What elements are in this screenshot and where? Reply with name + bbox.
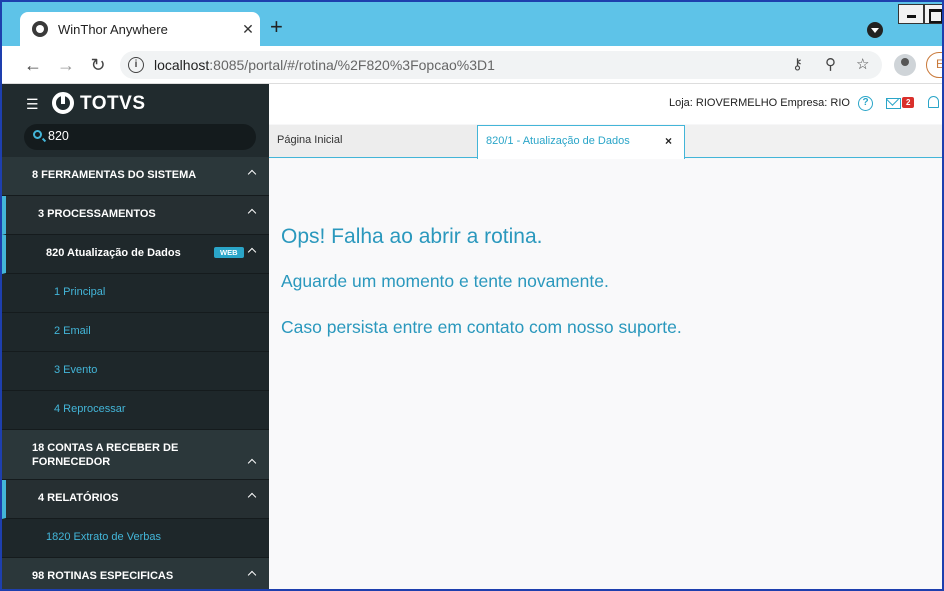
- tab-label: 820/1 - Atualização de Dados: [486, 135, 630, 147]
- menu-item-label: 4 RELATÓRIOS: [38, 492, 119, 504]
- menu-item-email[interactable]: 2 Email: [2, 313, 269, 352]
- bookmark-star-icon[interactable]: ☆: [856, 55, 869, 73]
- sidebar: ☰ TOTVS 820 8 FERRAMENTAS DO SISTEMA 3 P…: [2, 84, 269, 589]
- tab-search-icon[interactable]: [867, 22, 883, 38]
- sidebar-menu: 8 FERRAMENTAS DO SISTEMA 3 PROCESSAMENTO…: [2, 157, 269, 589]
- menu-item-principal[interactable]: 1 Principal: [2, 274, 269, 313]
- tab-atualizacao-dados[interactable]: 820/1 - Atualização de Dados ×: [477, 125, 685, 159]
- chevron-up-icon[interactable]: [247, 247, 257, 257]
- menu-item-relatorios[interactable]: 4 RELATÓRIOS: [2, 480, 269, 519]
- web-badge: WEB: [214, 247, 244, 258]
- chevron-up-icon[interactable]: [247, 208, 257, 218]
- sidebar-search-input[interactable]: 820: [24, 124, 256, 150]
- store-company-info: Loja: RIOVERMELHO Empresa: RIO: [669, 97, 850, 109]
- mail-icon[interactable]: [886, 98, 901, 109]
- url-path: :8085/portal/#/rotina/%2F820%3Fopcao%3D1: [209, 57, 495, 73]
- menu-item-label: 2 Email: [54, 325, 91, 337]
- chevron-up-icon[interactable]: [247, 570, 257, 580]
- menu-item-label: 1820 Extrato de Verbas: [46, 531, 161, 543]
- app-window: WinThor Anywhere ✕ + ← → ↻ i localhost:8…: [0, 0, 944, 591]
- menu-item-contas-receber[interactable]: 18 CONTAS A RECEBER DE FORNECEDOR: [2, 430, 269, 480]
- address-bar: ← → ↻ i localhost:8085/portal/#/rotina/%…: [2, 46, 942, 84]
- chevron-up-icon[interactable]: [247, 458, 257, 468]
- chevron-up-icon[interactable]: [247, 492, 257, 502]
- url-host: localhost: [154, 57, 210, 73]
- site-favicon-icon: [32, 21, 48, 37]
- close-tab-icon[interactable]: ✕: [236, 21, 260, 38]
- menu-item-label: 3 PROCESSAMENTOS: [38, 208, 156, 220]
- bell-icon[interactable]: [928, 96, 939, 108]
- menu-item-atualizacao-dados[interactable]: 820 Atualização de Dados WEB: [2, 235, 269, 274]
- hamburger-menu-icon[interactable]: ☰: [26, 96, 39, 113]
- browser-tab-title: WinThor Anywhere: [58, 21, 168, 37]
- url-text: localhost:8085/portal/#/rotina/%2F820%3F…: [154, 57, 495, 73]
- search-icon: [33, 130, 42, 139]
- top-header: Loja: RIOVERMELHO Empresa: RIO ? 2: [269, 84, 942, 124]
- main-content: Loja: RIOVERMELHO Empresa: RIO ? 2 Págin…: [269, 84, 942, 589]
- back-arrow-icon[interactable]: ←: [22, 54, 44, 76]
- menu-item-ferramentas[interactable]: 8 FERRAMENTAS DO SISTEMA: [2, 157, 269, 196]
- error-title: Ops! Falha ao abrir a rotina.: [281, 225, 543, 248]
- help-icon[interactable]: ?: [858, 96, 873, 111]
- forward-arrow-icon[interactable]: →: [55, 54, 77, 76]
- site-info-icon[interactable]: i: [128, 57, 144, 73]
- browser-tab-strip: WinThor Anywhere ✕ +: [2, 2, 942, 46]
- menu-item-label: 1 Principal: [54, 286, 106, 298]
- reload-icon[interactable]: ↻: [87, 54, 109, 76]
- menu-item-rotinas-especificas[interactable]: 98 ROTINAS ESPECIFICAS: [2, 558, 269, 589]
- browser-tab[interactable]: WinThor Anywhere ✕: [20, 12, 260, 46]
- tab-pagina-inicial[interactable]: Página Inicial: [269, 125, 477, 157]
- mail-count-badge: 2: [902, 97, 915, 108]
- minimize-button[interactable]: [898, 4, 924, 24]
- logo-text: TOTVS: [80, 93, 146, 114]
- totvs-logo-icon: [52, 92, 74, 114]
- menu-item-reprocessar[interactable]: 4 Reprocessar: [2, 391, 269, 430]
- sidebar-header: ☰ TOTVS: [2, 84, 269, 124]
- profile-button[interactable]: Er: [926, 52, 942, 78]
- error-panel: Ops! Falha ao abrir a rotina. Aguarde um…: [269, 159, 942, 589]
- error-message: Aguarde um momento e tente novamente.: [281, 271, 609, 291]
- menu-item-label: 18 CONTAS A RECEBER DE FORNECEDOR: [32, 442, 179, 468]
- menu-item-label: 8 FERRAMENTAS DO SISTEMA: [32, 169, 197, 181]
- menu-item-label: 820 Atualização de Dados: [46, 247, 181, 259]
- error-support-message: Caso persista entre em contato com nosso…: [281, 317, 682, 337]
- profile-avatar-icon[interactable]: [894, 54, 916, 76]
- chevron-up-icon[interactable]: [247, 169, 257, 179]
- zoom-icon[interactable]: ⚲: [825, 55, 836, 73]
- menu-item-label: 3 Evento: [54, 364, 98, 376]
- new-tab-button[interactable]: +: [270, 16, 283, 38]
- key-icon[interactable]: ⚷: [792, 55, 803, 73]
- menu-item-processamentos[interactable]: 3 PROCESSAMENTOS: [2, 196, 269, 235]
- close-icon[interactable]: ×: [665, 134, 672, 148]
- routine-tabs: Página Inicial 820/1 - Atualização de Da…: [269, 125, 942, 159]
- menu-item-evento[interactable]: 3 Evento: [2, 352, 269, 391]
- maximize-button[interactable]: [924, 4, 942, 24]
- menu-item-label: 98 ROTINAS ESPECIFICAS: [32, 570, 174, 582]
- search-value: 820: [48, 129, 69, 143]
- menu-item-label: 4 Reprocessar: [54, 403, 126, 415]
- menu-item-extrato-verbas[interactable]: 1820 Extrato de Verbas: [2, 519, 269, 558]
- url-input[interactable]: i localhost:8085/portal/#/rotina/%2F820%…: [120, 51, 882, 79]
